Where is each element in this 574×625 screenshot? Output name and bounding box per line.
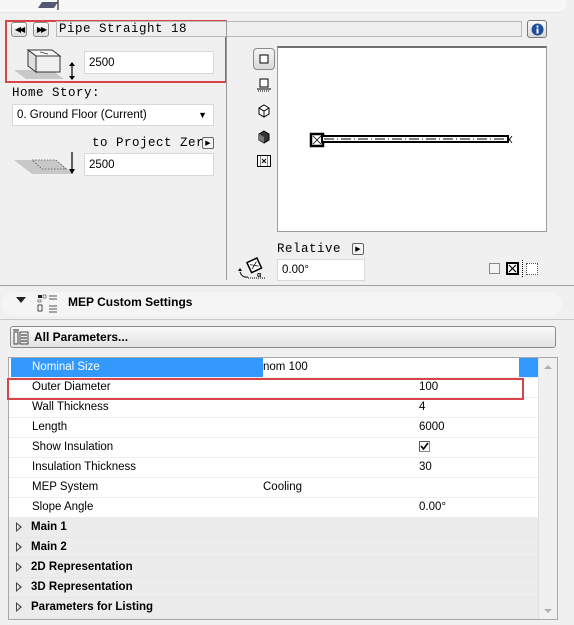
section-view-button[interactable]: [253, 74, 275, 96]
mep-section-title: MEP Custom Settings: [68, 295, 193, 309]
toggle-separator: [522, 260, 524, 277]
table-row[interactable]: Wall Thickness 4: [9, 398, 539, 418]
offset-icon: [14, 152, 75, 174]
play-arrow-icon: ▶: [205, 140, 211, 147]
param-name: Nominal Size: [32, 361, 100, 373]
scroll-down-arrow-icon[interactable]: [544, 609, 552, 613]
anchor-center-toggle[interactable]: [506, 262, 519, 275]
param-value[interactable]: 30: [419, 461, 432, 473]
group-row-2d-representation[interactable]: 2D Representation: [9, 558, 539, 578]
rotation-mode-label: Relative: [277, 242, 342, 256]
offset-reference-label: to Project Zero: [92, 136, 213, 150]
group-row-3d-representation[interactable]: 3D Representation: [9, 578, 539, 598]
param-value[interactable]: 6000: [419, 421, 445, 433]
show-insulation-checkbox[interactable]: [419, 441, 430, 452]
param-name: Show Insulation: [32, 441, 114, 453]
preview-canvas: [277, 46, 547, 232]
group-row-parameters-for-listing[interactable]: Parameters for Listing: [9, 598, 539, 619]
info-icon: [531, 23, 543, 35]
plan-view-icon: [259, 54, 269, 64]
panel-divider: [226, 20, 227, 280]
group-name: Main 1: [31, 521, 67, 533]
anchor-edge-toggle[interactable]: [526, 263, 538, 275]
previous-panel-strip: [0, 0, 566, 13]
param-value[interactable]: Cooling: [263, 481, 302, 493]
param-value[interactable]: 0.00°: [419, 501, 446, 513]
group-name: 3D Representation: [31, 581, 133, 593]
expand-triangle-icon[interactable]: [16, 602, 22, 612]
table-row[interactable]: Slope Angle 0.00°: [9, 498, 539, 518]
param-name: MEP System: [32, 481, 99, 493]
offset-reference-menu-button[interactable]: ▶: [202, 137, 214, 149]
rotation-mode-menu-button[interactable]: ▶: [352, 243, 364, 255]
parameter-list-icon: [13, 329, 29, 345]
cross-icon: [508, 264, 517, 273]
plan-view-button[interactable]: [253, 48, 275, 70]
3d-wireframe-view-button[interactable]: [253, 100, 275, 122]
3d-wireframe-icon: [258, 104, 270, 118]
double-right-arrow-icon: ▶▶: [36, 25, 47, 34]
element-name: Pipe Straight 18: [59, 22, 188, 36]
dropdown-arrow-icon: ▼: [198, 110, 207, 120]
mep-settings-icon: [37, 294, 57, 313]
param-value[interactable]: 4: [419, 401, 425, 413]
expand-triangle-icon[interactable]: [16, 562, 22, 572]
collapse-triangle-icon[interactable]: [16, 297, 26, 303]
3d-shaded-view-button[interactable]: [253, 126, 275, 148]
table-row[interactable]: Nominal Size nom 100: [9, 358, 539, 378]
group-name: Parameters for Listing: [31, 601, 154, 613]
home-story-selected: 0. Ground Floor (Current): [17, 109, 147, 121]
param-name: Insulation Thickness: [32, 461, 136, 473]
group-row-main-1[interactable]: Main 1: [9, 518, 539, 538]
expand-triangle-icon[interactable]: [16, 542, 22, 552]
home-story-select[interactable]: 0. Ground Floor (Current) ▼: [12, 104, 214, 126]
svg-text:α: α: [257, 272, 262, 279]
expand-triangle-icon[interactable]: [16, 582, 22, 592]
offset-input[interactable]: 2500: [84, 153, 214, 176]
section-view-icon: [257, 78, 271, 92]
3d-shaded-icon: [258, 130, 270, 144]
highlight-box-outer-diameter: [7, 378, 524, 400]
all-parameters-button[interactable]: All Parameters...: [10, 326, 556, 348]
height-input[interactable]: 2500: [84, 51, 214, 74]
selection-highlight: [519, 358, 539, 377]
table-row[interactable]: MEP System Cooling: [9, 478, 539, 498]
info-button[interactable]: [527, 20, 547, 38]
play-arrow-icon: ▶: [355, 246, 361, 253]
rotation-angle-icon: α: [238, 257, 266, 279]
group-row-main-2[interactable]: Main 2: [9, 538, 539, 558]
all-parameters-label: All Parameters...: [34, 330, 129, 344]
film-view-button[interactable]: [253, 150, 275, 172]
table-row[interactable]: Length 6000: [9, 418, 539, 438]
double-left-arrow-icon: ◀◀: [14, 25, 25, 34]
table-row[interactable]: Show Insulation: [9, 438, 539, 458]
checkmark-icon: [420, 442, 429, 451]
param-name: Slope Angle: [32, 501, 94, 513]
scroll-up-arrow-icon[interactable]: [544, 365, 552, 369]
table-row[interactable]: Insulation Thickness 30: [9, 458, 539, 478]
group-name: 2D Representation: [31, 561, 133, 573]
section-separator: [0, 319, 574, 320]
rotation-angle-input[interactable]: 0.00°: [277, 259, 365, 281]
table-scrollbar[interactable]: [538, 358, 557, 619]
next-element-button[interactable]: ▶▶: [33, 22, 49, 37]
mirror-checkbox[interactable]: [489, 263, 500, 274]
previous-element-button[interactable]: ◀◀: [11, 22, 27, 37]
param-name: Wall Thickness: [32, 401, 109, 413]
layer-icon: [38, 0, 59, 10]
param-name: Length: [32, 421, 68, 433]
element-height-icon: [14, 49, 75, 80]
section-separator: [0, 285, 574, 286]
film-icon: [257, 155, 271, 167]
group-name: Main 2: [31, 541, 67, 553]
param-value[interactable]: nom 100: [263, 361, 308, 373]
pipe-plan-preview: [309, 132, 513, 148]
expand-triangle-icon[interactable]: [16, 522, 22, 532]
home-story-label: Home Story:: [12, 86, 101, 100]
